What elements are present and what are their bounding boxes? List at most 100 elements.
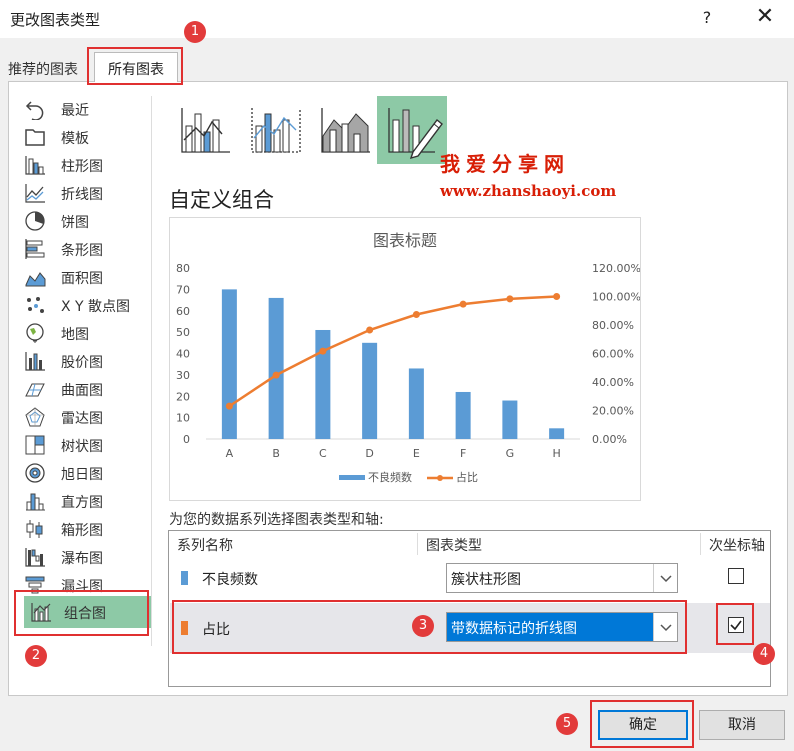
sidebar-item-label: 最近 bbox=[61, 103, 89, 119]
subtype-stacked-area-column[interactable] bbox=[310, 96, 380, 164]
chart-type-dropdown[interactable]: 簇状柱形图 bbox=[446, 563, 678, 593]
line-marker bbox=[412, 311, 420, 319]
recent-icon bbox=[25, 101, 44, 120]
chart-type-value: 簇状柱形图 bbox=[451, 572, 521, 588]
annotation-box-ok bbox=[590, 700, 694, 748]
y2-tick-label: 60.00% bbox=[592, 348, 634, 361]
series-color-swatch bbox=[181, 571, 188, 585]
x-tick-label: H bbox=[552, 447, 560, 460]
sidebar-item-bar[interactable]: 条形图 bbox=[24, 236, 150, 262]
sidebar-item-label: 瀑布图 bbox=[61, 551, 103, 567]
tab-recommended-charts[interactable]: 推荐的图表 bbox=[8, 55, 92, 81]
sidebar-item-map[interactable]: 地图 bbox=[24, 320, 150, 346]
sidebar-item-histogram[interactable]: 直方图 bbox=[24, 488, 150, 514]
sidebar-item-label: 雷达图 bbox=[61, 411, 103, 427]
legend-label-bars: 不良频数 bbox=[368, 470, 412, 484]
sidebar-item-recent[interactable]: 最近 bbox=[24, 96, 150, 122]
y2-tick-label: 20.00% bbox=[592, 405, 634, 418]
sidebar-item-radar[interactable]: 雷达图 bbox=[24, 404, 150, 430]
chart-canvas: 图表标题 0 10 20 30 40 50 60 70 80 0.00% 20.00% 40.00% 6… bbox=[176, 231, 641, 484]
sidebar-item-sunburst[interactable]: 旭日图 bbox=[24, 460, 150, 486]
sidebar-item-column[interactable]: 柱形图 bbox=[24, 152, 150, 178]
combo-subtype-2-icon bbox=[251, 108, 301, 153]
bar bbox=[408, 368, 424, 439]
sidebar-item-treemap[interactable]: 树状图 bbox=[24, 432, 150, 458]
y2-tick-label: 80.00% bbox=[592, 319, 634, 332]
x-tick-label: G bbox=[506, 447, 515, 460]
bar bbox=[362, 342, 378, 439]
sidebar-item-label: 树状图 bbox=[61, 439, 103, 455]
y2-tick-label: 0.00% bbox=[592, 433, 627, 446]
y-tick-label: 0 bbox=[183, 433, 190, 446]
y2-tick-label: 40.00% bbox=[592, 376, 634, 389]
custom-combo-pencil-icon bbox=[388, 108, 443, 160]
bar bbox=[455, 391, 471, 439]
x-tick-label: B bbox=[272, 447, 280, 460]
close-button[interactable]: ✕ bbox=[750, 2, 780, 32]
x-tick-label: D bbox=[365, 447, 373, 460]
header-divider bbox=[417, 533, 418, 555]
sidebar-item-label: 饼图 bbox=[61, 215, 89, 231]
line-marker bbox=[225, 402, 233, 410]
sidebar-item-label: 条形图 bbox=[61, 243, 103, 259]
sidebar-item-template[interactable]: 模板 bbox=[24, 124, 150, 150]
cancel-button[interactable]: 取消 bbox=[699, 710, 785, 740]
sidebar-item-label: 箱形图 bbox=[61, 523, 103, 539]
box-whisker-chart-icon bbox=[26, 520, 43, 538]
y-tick-label: 10 bbox=[176, 412, 190, 425]
header-chart-type: 图表类型 bbox=[426, 538, 482, 554]
x-tick-label: C bbox=[319, 447, 327, 460]
sidebar-item-label: 旭日图 bbox=[61, 467, 103, 483]
sidebar-divider bbox=[151, 96, 152, 646]
subtype-custom-combination[interactable] bbox=[377, 96, 447, 164]
y-tick-label: 50 bbox=[176, 326, 190, 339]
waterfall-chart-icon bbox=[25, 548, 45, 567]
area-chart-icon bbox=[25, 272, 46, 287]
y-tick-label: 70 bbox=[176, 283, 190, 296]
sidebar-item-waterfall[interactable]: 瀑布图 bbox=[24, 544, 150, 570]
bar bbox=[221, 289, 237, 439]
sidebar-item-scatter[interactable]: X Y 散点图 bbox=[24, 292, 150, 318]
line-marker bbox=[319, 347, 327, 355]
sidebar-item-box-whisker[interactable]: 箱形图 bbox=[24, 516, 150, 542]
annotation-badge: 5 bbox=[556, 713, 578, 735]
line-marker bbox=[459, 300, 467, 308]
y-tick-label: 30 bbox=[176, 369, 190, 382]
x-tick-label: F bbox=[460, 447, 466, 460]
sidebar-item-label: X Y 散点图 bbox=[61, 299, 131, 315]
stock-chart-icon bbox=[25, 352, 45, 371]
series-name-label: 不良频数 bbox=[202, 572, 258, 588]
sidebar-item-label: 曲面图 bbox=[61, 383, 103, 399]
sidebar-item-label: 地图 bbox=[61, 327, 89, 343]
header-secondary-axis: 次坐标轴 bbox=[709, 538, 765, 554]
sidebar-item-surface[interactable]: 曲面图 bbox=[24, 376, 150, 402]
bar bbox=[315, 329, 331, 439]
sidebar-item-label: 折线图 bbox=[61, 187, 103, 203]
y2-tick-label: 120.00% bbox=[592, 262, 640, 275]
sidebar-item-stock[interactable]: 股价图 bbox=[24, 348, 150, 374]
surface-chart-icon bbox=[25, 383, 45, 397]
sidebar-item-area[interactable]: 面积图 bbox=[24, 264, 150, 290]
y2-tick-label: 100.00% bbox=[592, 291, 640, 304]
subtype-clustered-column-line[interactable] bbox=[170, 96, 240, 164]
sidebar-item-label: 股价图 bbox=[61, 355, 103, 371]
secondary-axis-checkbox[interactable] bbox=[728, 568, 744, 584]
subtype-column-line-secondary[interactable] bbox=[240, 96, 310, 164]
header-divider bbox=[700, 533, 701, 555]
y-tick-label: 60 bbox=[176, 305, 190, 318]
bar bbox=[549, 428, 565, 439]
line-marker bbox=[366, 326, 374, 334]
line-marker bbox=[553, 293, 561, 300]
sidebar-item-line[interactable]: 折线图 bbox=[24, 180, 150, 206]
line-chart-icon bbox=[25, 184, 45, 203]
sidebar-item-pie[interactable]: 饼图 bbox=[24, 208, 150, 234]
section-heading: 自定义组合 bbox=[169, 188, 274, 212]
help-button[interactable]: ? bbox=[697, 8, 717, 27]
title-bar: 更改图表类型 ? ✕ bbox=[0, 0, 794, 38]
watermark-url: www.zhanshaoyi.com bbox=[440, 182, 617, 200]
pie-chart-icon bbox=[25, 211, 45, 231]
annotation-badge: 1 bbox=[184, 21, 206, 43]
legend-marker-line bbox=[437, 475, 443, 481]
radar-chart-icon bbox=[25, 407, 45, 427]
treemap-chart-icon bbox=[25, 435, 45, 455]
